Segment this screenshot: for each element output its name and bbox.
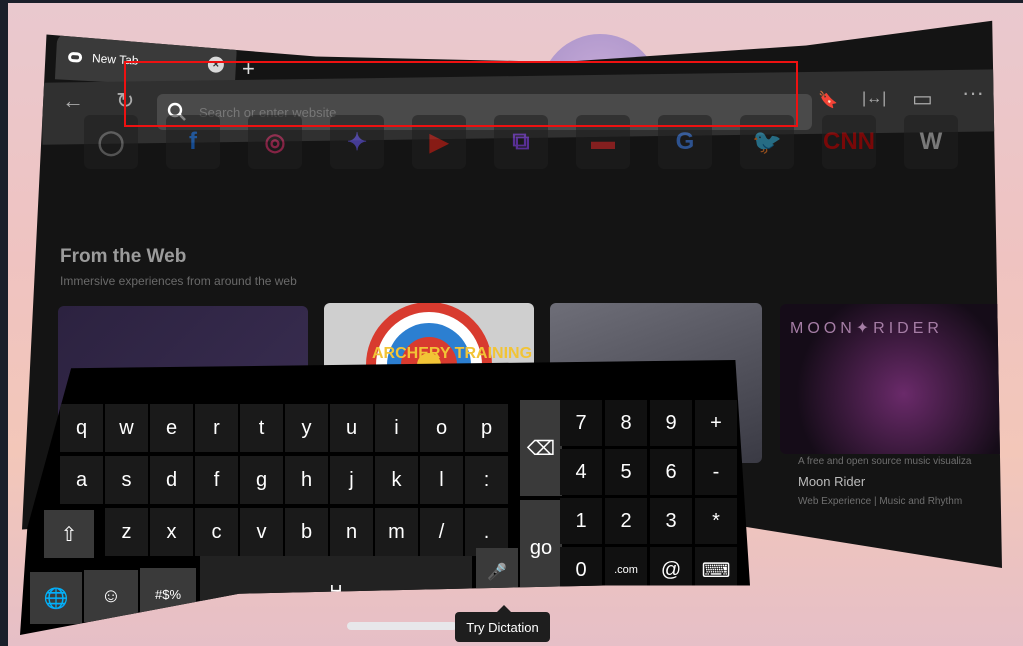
key-n[interactable]: n xyxy=(330,508,373,556)
key-p[interactable]: p xyxy=(465,404,508,452)
tab-title: New Tab xyxy=(91,51,139,68)
go-key[interactable]: go xyxy=(520,500,562,596)
key-l[interactable]: l xyxy=(420,456,463,504)
favorite-flipboard-icon[interactable]: ▬ xyxy=(576,115,630,169)
key-s[interactable]: s xyxy=(105,456,148,504)
bookmark-icon[interactable]: 🔖 xyxy=(818,90,838,110)
key-x[interactable]: x xyxy=(150,508,193,556)
numpad-key-4[interactable]: 4 xyxy=(560,449,602,495)
microphone-key[interactable]: 🎤 xyxy=(476,548,518,596)
favorite-google-icon[interactable]: G xyxy=(658,115,712,169)
numpad-key-6[interactable]: 6 xyxy=(650,449,692,495)
keyboard-row-1: qwertyuiop xyxy=(60,404,508,452)
numpad-key-0[interactable]: 0 xyxy=(560,547,602,593)
favorite-twitch-icon[interactable]: ⧉ xyxy=(494,115,548,169)
reload-icon[interactable]: ↻ xyxy=(116,88,134,114)
key-k[interactable]: k xyxy=(375,456,418,504)
favorite-facebook-icon[interactable]: f xyxy=(166,115,220,169)
moon-rider-meta: Web Experience | Music and Rhythm xyxy=(798,496,963,507)
key-f[interactable]: f xyxy=(195,456,238,504)
key-a[interactable]: a xyxy=(60,456,103,504)
globe-key[interactable]: 🌐 xyxy=(30,572,82,624)
moon-rider-description: A free and open source music visualiza xyxy=(798,456,972,467)
numpad-key-minus[interactable]: - xyxy=(695,449,737,495)
key-z[interactable]: z xyxy=(105,508,148,556)
numpad: 7 8 9 +4 5 6- 1 2 3 * 0 .com @ ⌨ xyxy=(560,400,737,593)
dictation-tooltip: Try Dictation xyxy=(455,605,550,642)
key-m[interactable]: m xyxy=(375,508,418,556)
moon-rider-logo: MOON✦RIDER xyxy=(790,320,943,337)
keyboard-row-3: z x c v b n m /. xyxy=(105,508,508,556)
key-r[interactable]: r xyxy=(195,404,238,452)
emoji-key[interactable]: ☺ xyxy=(84,570,138,622)
numpad-key-5[interactable]: 5 xyxy=(605,449,647,495)
web-card-moon-rider[interactable]: MOON✦RIDER xyxy=(780,304,1002,454)
shift-key[interactable]: ⇧ xyxy=(44,510,94,558)
numpad-key-9[interactable]: 9 xyxy=(650,400,692,446)
key-q[interactable]: q xyxy=(60,404,103,452)
numpad-key-dotcom[interactable]: .com xyxy=(605,547,647,593)
favorite-oculus-icon[interactable]: ◯ xyxy=(84,115,138,169)
numpad-key-at[interactable]: @ xyxy=(650,547,692,593)
favorite-wikipedia-icon[interactable]: W xyxy=(904,115,958,169)
numpad-key-2[interactable]: 2 xyxy=(605,498,647,544)
cast-icon[interactable]: ▭ xyxy=(912,86,933,112)
left-edge xyxy=(0,0,8,646)
dock-bar xyxy=(347,622,457,630)
key-h[interactable]: h xyxy=(285,456,328,504)
archery-title: ARCHERY TRAINING xyxy=(372,345,533,362)
numpad-key-8[interactable]: 8 xyxy=(605,400,647,446)
favorite-instagram-icon[interactable]: ◎ xyxy=(248,115,302,169)
space-key[interactable]: ␣ xyxy=(200,556,472,604)
tab-close-icon[interactable]: × xyxy=(207,56,225,74)
oculus-icon xyxy=(67,51,83,63)
favorite-youtube-icon[interactable]: ▶ xyxy=(412,115,466,169)
key-u[interactable]: u xyxy=(330,404,373,452)
key-c[interactable]: c xyxy=(195,508,238,556)
key-w[interactable]: w xyxy=(105,404,148,452)
favorite-twitter-icon[interactable]: 🐦 xyxy=(740,115,794,169)
top-edge xyxy=(0,0,1023,3)
numpad-key-7[interactable]: 7 xyxy=(560,400,602,446)
fit-width-icon[interactable]: |↔| xyxy=(862,90,886,108)
key-t[interactable]: t xyxy=(240,404,283,452)
key-e[interactable]: e xyxy=(150,404,193,452)
key-y[interactable]: y xyxy=(285,404,328,452)
more-icon[interactable]: ··· xyxy=(962,80,984,106)
key-j[interactable]: j xyxy=(330,456,373,504)
numpad-key-asterisk[interactable]: * xyxy=(695,498,737,544)
key-slash[interactable]: / xyxy=(420,508,463,556)
key-g[interactable]: g xyxy=(240,456,283,504)
favorite-messenger-icon[interactable]: ✦ xyxy=(330,115,384,169)
key-i[interactable]: i xyxy=(375,404,418,452)
favorites-row: ◯ f ◎ ✦ ▶ ⧉ ▬ G 🐦 CNN W xyxy=(84,115,958,169)
key-o[interactable]: o xyxy=(420,404,463,452)
key-v[interactable]: v xyxy=(240,508,283,556)
moon-rider-title: Moon Rider xyxy=(798,474,866,489)
numpad-key-3[interactable]: 3 xyxy=(650,498,692,544)
virtual-keyboard: qwertyuiop asdfghjkl: z x c v b n m /. ⇧ ⌫ go 🌐… xyxy=(20,360,750,635)
backspace-key[interactable]: ⌫ xyxy=(520,400,562,496)
back-icon[interactable]: ← xyxy=(62,88,84,114)
numpad-key-plus[interactable]: + xyxy=(695,400,737,446)
symbols-key[interactable]: #$% xyxy=(140,568,196,620)
key-colon[interactable]: : xyxy=(465,456,508,504)
section-subtitle: Immersive experiences from around the we… xyxy=(60,274,297,288)
new-tab-button[interactable]: + xyxy=(242,56,255,82)
section-title: From the Web xyxy=(60,246,187,267)
numpad-key-1[interactable]: 1 xyxy=(560,498,602,544)
key-d[interactable]: d xyxy=(150,456,193,504)
key-b[interactable]: b xyxy=(285,508,328,556)
keyboard-row-2: asdfghjkl: xyxy=(60,456,508,504)
vr-scene: New Tab × + ← ↻ Search or enter website … xyxy=(0,0,1023,646)
favorite-cnn-icon[interactable]: CNN xyxy=(822,115,876,169)
numpad-key-keyboard-hide[interactable]: ⌨ xyxy=(695,547,737,593)
